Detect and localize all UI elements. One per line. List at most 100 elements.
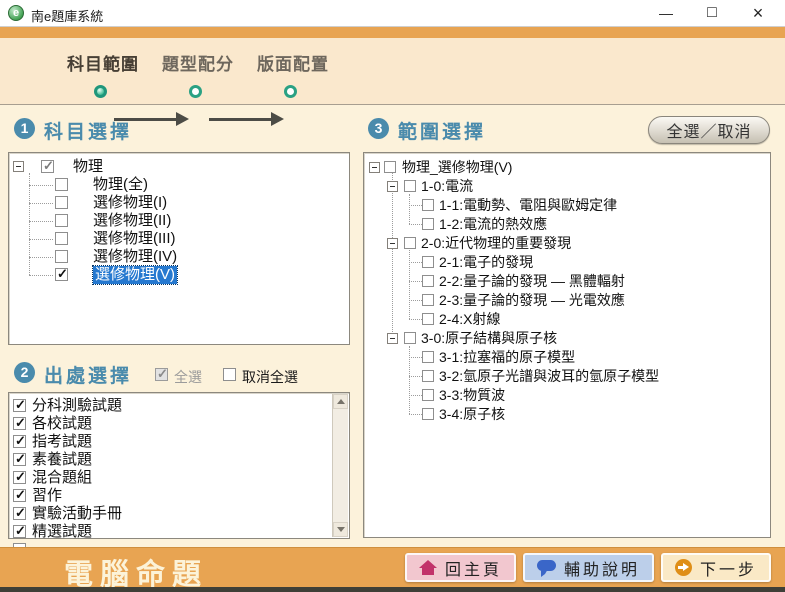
tree-node[interactable]: 1-2:電流的熱效應 <box>364 215 770 234</box>
footer-button[interactable]: 輔助說明 <box>523 553 654 582</box>
select-all-label: 全選 <box>174 367 202 387</box>
step-circle-icon <box>189 85 202 98</box>
tree-node-label: 2-4:X射線 <box>439 310 500 329</box>
next-arrow-icon <box>675 559 692 576</box>
checkbox[interactable] <box>422 256 434 268</box>
footer-button-label: 回主頁 <box>445 556 502 580</box>
checkbox[interactable] <box>13 507 26 520</box>
checkbox[interactable] <box>13 453 26 466</box>
checkbox[interactable] <box>13 489 26 502</box>
list-item-label: 素養試題 <box>32 451 92 469</box>
checkbox[interactable] <box>41 160 54 173</box>
tree-node-label: 1-0:電流 <box>421 177 473 196</box>
collapse-icon[interactable] <box>387 238 398 249</box>
list-item[interactable]: 實驗活動手冊 <box>12 505 332 523</box>
checkbox[interactable] <box>404 332 416 344</box>
tree-node[interactable]: 3-4:原子核 <box>364 405 770 424</box>
checkbox[interactable] <box>13 417 26 430</box>
checkbox[interactable] <box>422 199 434 211</box>
close-button[interactable]: × <box>735 0 781 27</box>
tree-node-label: 2-1:電子的發現 <box>439 253 533 272</box>
checkbox[interactable] <box>422 351 434 363</box>
checkbox[interactable] <box>384 161 396 173</box>
collapse-icon[interactable] <box>387 333 398 344</box>
tree-node[interactable]: 3-3:物質波 <box>364 386 770 405</box>
tree-node[interactable]: 選修物理(IV) <box>9 248 349 266</box>
tree-node-root[interactable]: 物理 <box>9 158 349 176</box>
list-item[interactable]: 指考試題 <box>12 433 332 451</box>
tree-node[interactable]: 物理_選修物理(V) <box>364 158 770 177</box>
app-brand-title: 電腦命題 <box>64 551 208 592</box>
step-indicator: 科目範圍 題型配分 版面配置 <box>0 38 785 105</box>
step-label: 版面配置 <box>248 50 338 75</box>
home-icon <box>419 560 437 575</box>
minimize-button[interactable]: — <box>643 0 689 27</box>
tree-node[interactable]: 2-1:電子的發現 <box>364 253 770 272</box>
scrollbar[interactable] <box>332 394 348 537</box>
list-item[interactable]: 素養試題 <box>12 451 332 469</box>
maximize-button[interactable]: □ <box>689 0 735 27</box>
tree-node[interactable]: 2-4:X射線 <box>364 310 770 329</box>
checkbox[interactable] <box>404 237 416 249</box>
tree-node[interactable]: 2-3:量子論的發現 — 光電效應 <box>364 291 770 310</box>
footer-button-label: 下一步 <box>700 556 757 580</box>
tree-node[interactable]: 選修物理(II) <box>9 212 349 230</box>
section-2-badge: 2 <box>14 362 35 383</box>
select-all-checkbox[interactable] <box>155 368 168 381</box>
tree-node[interactable]: 3-0:原子結構與原子核 <box>364 329 770 348</box>
collapse-icon[interactable] <box>369 162 380 173</box>
list-item[interactable]: 混合題組 <box>12 469 332 487</box>
app-icon: e <box>8 5 24 21</box>
list-item[interactable]: 各校試題 <box>12 415 332 433</box>
tree-node[interactable]: 選修物理(V) <box>9 266 349 284</box>
step-label: 科目範圍 <box>58 50 148 75</box>
tree-node[interactable]: 3-2:氫原子光譜與波耳的氫原子模型 <box>364 367 770 386</box>
checkbox[interactable] <box>55 178 68 191</box>
tree-node[interactable]: 1-1:電動勢、電阻與歐姆定律 <box>364 196 770 215</box>
tree-node[interactable]: 選修物理(III) <box>9 230 349 248</box>
checkbox[interactable] <box>13 399 26 412</box>
checkbox[interactable] <box>422 275 434 287</box>
list-item[interactable]: 習作 <box>12 487 332 505</box>
tree-node-label: 2-2:量子論的發現 — 黑體輻射 <box>439 272 625 291</box>
footer-button[interactable]: 下一步 <box>661 553 771 582</box>
tree-node[interactable]: 1-0:電流 <box>364 177 770 196</box>
scroll-up-icon[interactable] <box>333 394 348 409</box>
tree-node[interactable]: 3-1:拉塞福的原子模型 <box>364 348 770 367</box>
tree-node[interactable]: 物理(全) <box>9 176 349 194</box>
collapse-icon[interactable] <box>13 161 24 172</box>
checkbox[interactable] <box>13 471 26 484</box>
checkbox[interactable] <box>55 268 68 281</box>
checkbox[interactable] <box>55 250 68 263</box>
checkbox[interactable] <box>404 180 416 192</box>
list-item[interactable]: 精選試題 <box>12 523 332 538</box>
checkbox[interactable] <box>13 525 26 538</box>
checkbox[interactable] <box>422 218 434 230</box>
tree-node-label: 3-3:物質波 <box>439 386 505 405</box>
deselect-all-label: 取消全選 <box>242 367 298 387</box>
bottom-edge <box>0 587 785 592</box>
deselect-all-checkbox[interactable] <box>223 368 236 381</box>
list-item-label: 精選試題 <box>32 523 92 538</box>
checkbox[interactable] <box>422 294 434 306</box>
checkbox[interactable] <box>422 408 434 420</box>
accent-band <box>0 27 785 38</box>
tree-node[interactable]: 2-2:量子論的發現 — 黑體輻射 <box>364 272 770 291</box>
section-3-badge: 3 <box>368 118 389 139</box>
select-all-toggle-button[interactable]: 全選／取消 <box>648 116 770 144</box>
tree-node[interactable]: 2-0:近代物理的重要發現 <box>364 234 770 253</box>
section-1-badge: 1 <box>14 118 35 139</box>
list-item[interactable]: 分科測驗試題 <box>12 397 332 415</box>
checkbox[interactable] <box>55 232 68 245</box>
scroll-down-icon[interactable] <box>333 522 348 537</box>
footer-button[interactable]: 回主頁 <box>405 553 516 582</box>
checkbox[interactable] <box>13 435 26 448</box>
tree-node[interactable]: 選修物理(I) <box>9 194 349 212</box>
checkbox[interactable] <box>422 313 434 325</box>
checkbox[interactable] <box>422 370 434 382</box>
checkbox[interactable] <box>422 389 434 401</box>
tree-node-label: 選修物理(II) <box>93 212 171 230</box>
checkbox[interactable] <box>55 196 68 209</box>
checkbox[interactable] <box>55 214 68 227</box>
collapse-icon[interactable] <box>387 181 398 192</box>
